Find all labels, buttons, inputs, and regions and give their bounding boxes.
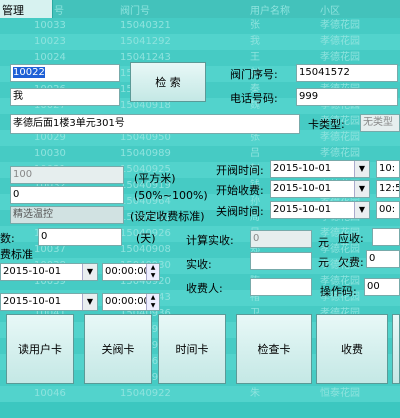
collector-label: 收费人: [186, 282, 223, 295]
arrears-label: 欠费: [338, 256, 364, 269]
start-time-input[interactable]: 12:5 [376, 180, 400, 198]
calc-received-label: 计算实收: [186, 234, 234, 247]
receivable-input[interactable] [372, 228, 400, 246]
header-community: 小区 [320, 6, 340, 17]
window-title-tab: 管理 [0, 0, 53, 18]
table-cell: 15041292 [120, 36, 171, 47]
search-button[interactable]: 检 索 [130, 62, 206, 102]
phone-input[interactable]: 999 [296, 88, 398, 106]
read-user-card-button[interactable]: 读用户卡 [6, 314, 74, 384]
open-time-input[interactable]: 10: [376, 160, 400, 178]
start-date-select[interactable]: 2015-10-01 ▼ [270, 180, 370, 198]
table-row[interactable]: 10023 15041292 我 孝德花园 [0, 34, 400, 50]
operator-label: 操作码: [320, 285, 357, 298]
open-date-value: 2015-10-01 [273, 163, 332, 174]
time1-value: 00:00:00 [105, 266, 150, 277]
header-user-name: 用户名称 [250, 6, 290, 17]
user-no-input[interactable]: 10022 [10, 64, 120, 82]
date1-value: 2015-10-01 [3, 266, 62, 277]
charge-button[interactable]: 收费 [316, 314, 388, 384]
table-cell: 15040321 [120, 20, 171, 31]
actual-input[interactable] [250, 252, 312, 270]
phone-label: 电话号码: [230, 92, 278, 105]
check-card-button[interactable]: 检查卡 [236, 314, 312, 384]
table-row[interactable]: 10033 15040321 张 孝德花园 [0, 18, 400, 34]
yuan-label-2: 元 [318, 256, 329, 269]
close-time-input[interactable]: 00: [376, 201, 400, 219]
control-mode-input[interactable]: 精选温控 [10, 206, 124, 224]
table-cell: 我 [250, 36, 260, 47]
close-date-select[interactable]: 2015-10-01 ▼ [270, 201, 370, 219]
start-date-value: 2015-10-01 [273, 183, 332, 194]
calc-received-input[interactable]: 0 [250, 230, 312, 248]
close-time-label: 关阀时间: [216, 205, 264, 218]
time2-value: 00:00:00 [105, 296, 150, 307]
start-charge-label: 开始收费: [216, 184, 264, 197]
table-cell: 10023 [34, 36, 66, 47]
yuan-label-1: 元 [318, 236, 329, 249]
chevron-down-icon[interactable]: ▼ [82, 294, 97, 310]
header-valve-no: 阀门号 [120, 6, 150, 17]
table-cell: 孝德花园 [320, 36, 360, 47]
actual-label: 实收: [186, 258, 212, 271]
close-date-value: 2015-10-01 [273, 204, 332, 215]
charge-std-label: 费标准 [0, 248, 33, 261]
area-input[interactable]: 100 [10, 166, 124, 184]
window-title: 管理 [2, 4, 24, 17]
extra-button-edge[interactable] [392, 314, 400, 384]
date2-value: 2015-10-01 [3, 296, 62, 307]
spin-icon[interactable]: ▲ ▼ [146, 264, 159, 280]
user-name-input[interactable]: 我 [10, 88, 120, 106]
card-type-label: 卡类型: [308, 118, 345, 131]
days-label: 数: [0, 232, 15, 245]
percent-input[interactable]: 0 [10, 186, 124, 204]
chevron-down-icon[interactable]: ▼ [354, 161, 369, 177]
user-no-value: 10022 [13, 67, 45, 78]
time2-spinner[interactable]: 00:00:00 ▲ ▼ [102, 293, 160, 311]
form-panel: 10022 我 检 索 阀门序号: 15041572 电话号码: 999 孝德后… [0, 58, 400, 400]
card-type-input[interactable]: 无类型 [360, 114, 400, 132]
table-cell: 10033 [34, 20, 66, 31]
date2-select[interactable]: 2015-10-01 ▼ [0, 293, 98, 311]
table-cell: 孝德花园 [320, 20, 360, 31]
area-unit-label: (平方米) [134, 172, 176, 185]
time-card-button[interactable]: 时间卡 [158, 314, 226, 384]
open-date-select[interactable]: 2015-10-01 ▼ [270, 160, 370, 178]
days-unit-label: (天) [136, 232, 156, 245]
open-time-label: 开阀时间: [216, 164, 264, 177]
date1-select[interactable]: 2015-10-01 ▼ [0, 263, 98, 281]
operator-input[interactable]: 00 [364, 278, 400, 296]
valve-no-label: 阀门序号: [230, 68, 278, 81]
address-input[interactable]: 孝德后面1楼3单元301号 [10, 114, 300, 134]
charge-std-hint-label: (设定收费标准) [130, 210, 205, 223]
receivable-label: 应收: [338, 232, 364, 245]
percent-range-label: (50%~100%) [134, 189, 208, 202]
valve-no-input[interactable]: 15041572 [296, 64, 398, 82]
days-input[interactable]: 0 [38, 228, 122, 246]
time1-spinner[interactable]: 00:00:00 ▲ ▼ [102, 263, 160, 281]
collector-input[interactable] [250, 278, 312, 296]
arrears-input[interactable]: 0 [366, 250, 400, 268]
close-valve-card-button[interactable]: 关阀卡 [84, 314, 152, 384]
chevron-down-icon[interactable]: ▼ [354, 181, 369, 197]
spin-icon[interactable]: ▲ ▼ [146, 294, 159, 310]
table-header: 用户号 阀门号 用户名称 小区 [0, 0, 400, 18]
chevron-down-icon[interactable]: ▼ [354, 202, 369, 218]
table-cell: 张 [250, 20, 260, 31]
chevron-down-icon[interactable]: ▼ [82, 264, 97, 280]
